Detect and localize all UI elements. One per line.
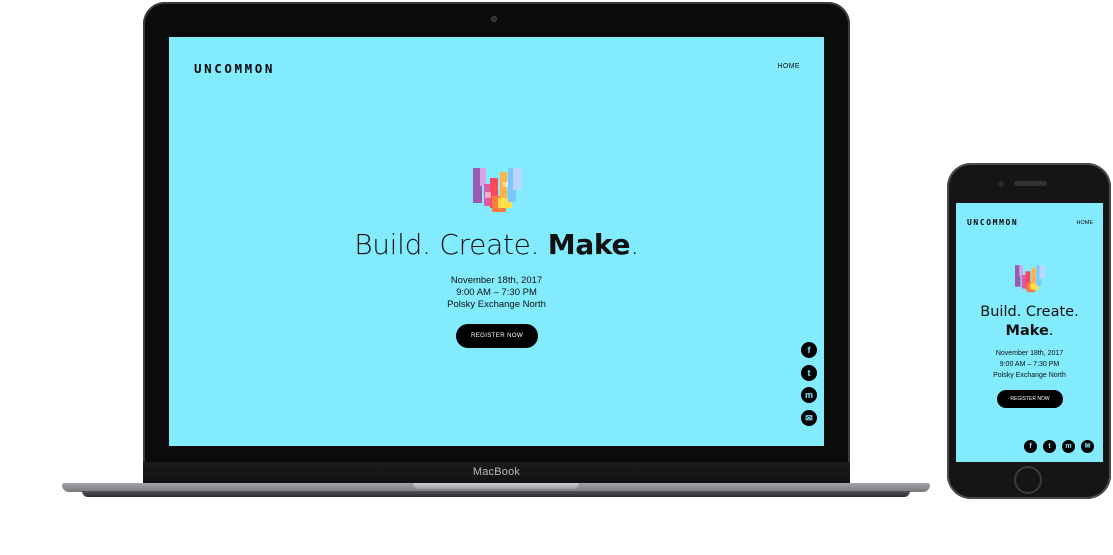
messenger-icon[interactable]: m xyxy=(1062,440,1075,453)
messenger-icon[interactable]: m xyxy=(801,387,817,403)
facebook-icon[interactable]: f xyxy=(1024,440,1037,453)
laptop-screen: UNCOMMON HOME Build. Create. Make. Novem… xyxy=(169,37,824,446)
laptop-brand-label: MacBook xyxy=(472,466,521,478)
uncommon-u-logo xyxy=(473,168,522,212)
phone-speaker xyxy=(1014,181,1047,186)
hero-headline-mobile-line2: Make. xyxy=(1005,323,1054,339)
register-now-button[interactable]: REGISTER NOW xyxy=(456,324,538,348)
email-icon[interactable]: ✉ xyxy=(801,410,817,426)
laptop-notch xyxy=(413,483,579,489)
phone-home-button[interactable] xyxy=(1014,466,1042,494)
event-date-mobile: November 18th, 2017 xyxy=(995,350,1064,357)
site-logo[interactable]: UNCOMMON xyxy=(194,61,275,76)
site-logo-mobile[interactable]: UNCOMMON xyxy=(967,218,1018,227)
laptop-base-shadow xyxy=(82,491,910,497)
register-now-button-mobile[interactable]: REGISTER NOW xyxy=(997,390,1063,408)
hero-headline-mobile-line1: Build. Create. xyxy=(980,304,1079,320)
twitter-icon[interactable]: t xyxy=(1043,440,1056,453)
facebook-icon[interactable]: f xyxy=(801,342,817,358)
hero-headline: Build. Create. Make. xyxy=(354,228,639,261)
uncommon-u-logo-mobile xyxy=(1015,265,1045,293)
event-venue: Polsky Exchange North xyxy=(447,299,546,310)
event-time: 9:00 AM – 7:30 PM xyxy=(456,287,537,298)
event-venue-mobile: Polsky Exchange North xyxy=(993,372,1066,379)
phone-camera xyxy=(998,181,1004,187)
nav-home-link[interactable]: HOME xyxy=(777,63,800,70)
twitter-icon[interactable]: t xyxy=(801,365,817,381)
nav-home-link-mobile[interactable]: HOME xyxy=(1077,220,1094,226)
email-icon[interactable]: ✉ xyxy=(1081,440,1094,453)
phone-screen: UNCOMMON HOME Build. Create. Make. Novem… xyxy=(956,203,1103,462)
event-time-mobile: 9:00 AM – 7:30 PM xyxy=(999,361,1060,368)
laptop-camera xyxy=(491,16,497,22)
event-date: November 18th, 2017 xyxy=(450,275,543,286)
